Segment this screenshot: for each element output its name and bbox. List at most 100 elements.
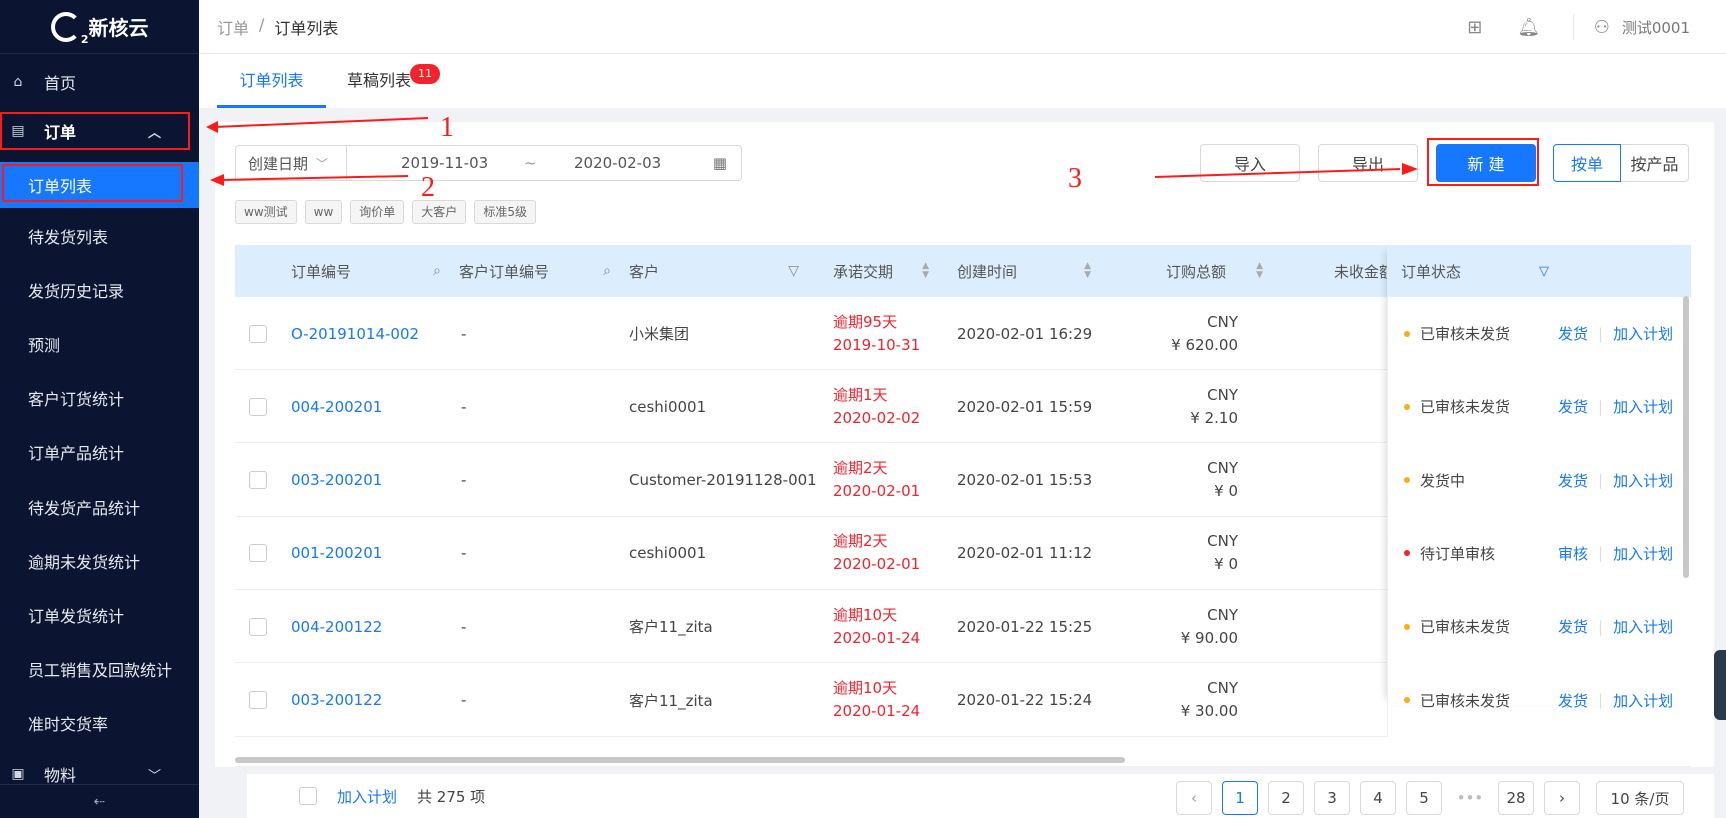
customer-order-number: - <box>461 471 467 490</box>
sidebar-item-sales-stats[interactable]: 员工销售及回款统计 <box>0 646 199 692</box>
column-header-status: 订单状态 ▽ <box>1387 245 1691 297</box>
tag-filter[interactable]: 标准5级 <box>474 200 536 224</box>
next-page-button[interactable]: › <box>1544 781 1580 815</box>
sidebar-item-overdue-stats[interactable]: 逾期未发货统计 <box>0 538 199 584</box>
calendar-icon[interactable]: ▦ <box>713 154 727 172</box>
status-dot <box>1404 697 1410 703</box>
add-to-plan-link[interactable]: 加入计划 <box>1613 396 1673 417</box>
prev-page-button[interactable]: ‹ <box>1176 781 1212 815</box>
row-checkbox-cell <box>249 590 267 663</box>
sidebar-item-home[interactable]: ⌂ 首页 <box>0 58 199 106</box>
promise-date-cell: 逾期1天 2020-02-02 <box>833 370 920 443</box>
row-action-primary[interactable]: 发货 <box>1558 470 1588 491</box>
sidebar-item-shipment-history[interactable]: 发货历史记录 <box>0 267 199 313</box>
page-button[interactable]: 2 <box>1268 781 1304 815</box>
view-by-order-button[interactable]: 按单 <box>1553 144 1621 182</box>
app-logo[interactable]: 新核云 <box>0 0 199 54</box>
currency: CNY <box>1207 605 1238 624</box>
order-number-link[interactable]: 001-200201 <box>291 517 382 590</box>
row-action-primary[interactable]: 审核 <box>1558 543 1588 564</box>
order-number-link[interactable]: 004-200201 <box>291 370 382 443</box>
sidebar-item-order-product-stats[interactable]: 订单产品统计 <box>0 429 199 475</box>
date-type-select[interactable]: 创建日期 ﹀ <box>236 146 347 180</box>
order-number-link[interactable]: O-20191014-002 <box>291 297 419 370</box>
home-icon: ⌂ <box>13 74 23 90</box>
filter-icon[interactable]: ▽ <box>788 263 799 279</box>
page-button[interactable]: 4 <box>1360 781 1396 815</box>
floating-side-widget[interactable] <box>1714 650 1726 720</box>
search-icon[interactable]: ⌕ <box>433 263 441 279</box>
sidebar-item-pending-product-stats[interactable]: 待发货产品统计 <box>0 484 199 530</box>
add-to-plan-link[interactable]: 加入计划 <box>1613 323 1673 344</box>
order-number-link[interactable]: 004-200122 <box>291 590 382 663</box>
row-checkbox[interactable] <box>249 324 267 343</box>
sidebar-item-customer-stats[interactable]: 客户订货统计 <box>0 375 199 421</box>
row-action-primary[interactable]: 发货 <box>1558 396 1588 417</box>
add-to-plan-link[interactable]: 加入计划 <box>1613 616 1673 637</box>
total-count: 共 275 项 <box>417 787 486 806</box>
select-all-checkbox[interactable] <box>299 787 317 805</box>
end-date-input[interactable]: 2020-02-03 <box>574 154 661 172</box>
status-dot <box>1404 403 1410 410</box>
collapse-sidebar-button[interactable]: ⇠ <box>0 784 199 818</box>
horizontal-scrollbar[interactable] <box>235 757 1125 763</box>
page-size-select[interactable]: 10 条/页 <box>1596 781 1684 815</box>
order-number-link[interactable]: 003-200201 <box>291 444 382 517</box>
page-button[interactable]: 5 <box>1406 781 1442 815</box>
filter-icon[interactable]: ▽ <box>1539 264 1549 279</box>
row-action-primary[interactable]: 发货 <box>1558 690 1588 711</box>
tab-draft-list[interactable]: 草稿列表 <box>347 54 411 108</box>
sidebar-item-label: 首页 <box>44 74 77 93</box>
chevron-down-icon: ﹀ <box>316 156 329 171</box>
search-icon[interactable]: ⌕ <box>603 263 611 279</box>
column-header-total[interactable]: 订购总额 ▲ ▼ <box>1166 245 1263 297</box>
bell-icon[interactable]: 🔔︎ <box>1517 17 1540 38</box>
column-header-created[interactable]: 创建时间 ▲ ▼ <box>957 245 1091 297</box>
page-button[interactable]: 3 <box>1314 781 1350 815</box>
tag-filter[interactable]: ww <box>304 200 343 224</box>
view-by-product-button[interactable]: 按产品 <box>1621 144 1689 182</box>
table-row: 004-200201 - ceshi0001 逾期1天 2020-02-02 2… <box>235 370 1691 444</box>
status-dot <box>1404 623 1410 630</box>
row-checkbox-cell <box>249 297 267 370</box>
order-number-link[interactable]: 003-200122 <box>291 664 382 737</box>
row-action-primary[interactable]: 发货 <box>1558 323 1588 344</box>
row-action-primary[interactable]: 发货 <box>1558 616 1588 637</box>
export-button[interactable]: 导出 <box>1318 144 1418 182</box>
tab-order-list[interactable]: 订单列表 <box>217 54 326 108</box>
add-to-plan-link[interactable]: 加入计划 <box>1613 690 1673 711</box>
row-checkbox[interactable] <box>249 397 267 416</box>
row-checkbox[interactable] <box>249 617 267 636</box>
page-ellipsis[interactable]: ••• <box>1452 781 1488 815</box>
promise-date: 2019-10-31 <box>833 335 921 354</box>
import-button[interactable]: 导入 <box>1200 144 1300 182</box>
add-to-plan-link[interactable]: 加入计划 <box>1613 470 1673 491</box>
vertical-scrollbar[interactable] <box>1683 296 1689 578</box>
batch-add-plan-link[interactable]: 加入计划 <box>337 786 397 807</box>
breadcrumb-item-order[interactable]: 订单 <box>217 15 249 39</box>
sidebar-item-pending-shipment[interactable]: 待发货列表 <box>0 213 199 259</box>
row-checkbox[interactable] <box>249 691 267 709</box>
column-header-promise-date[interactable]: 承诺交期 ▲ ▼ <box>833 245 929 297</box>
row-checkbox[interactable] <box>249 544 267 563</box>
sidebar-item-ontime-rate[interactable]: 准时交货率 <box>0 700 199 746</box>
sidebar-item-forecast[interactable]: 预测 <box>0 321 199 367</box>
table-row: 003-200201 - Customer-20191128-001 逾期2天 … <box>235 443 1691 517</box>
tag-filter[interactable]: ww测试 <box>235 200 297 224</box>
sidebar-item-label: 待发货列表 <box>28 228 109 247</box>
user-menu[interactable]: ⚇ 测试0001 <box>1572 14 1690 40</box>
qrcode-icon[interactable]: ⊞ <box>1465 17 1485 38</box>
add-to-plan-link[interactable]: 加入计划 <box>1613 543 1673 564</box>
sidebar-item-label: 发货历史记录 <box>28 282 125 301</box>
sidebar-item-order-shipment-stats[interactable]: 订单发货统计 <box>0 592 199 638</box>
action-separator: | <box>1598 471 1604 490</box>
tag-filter[interactable]: 询价单 <box>350 200 405 224</box>
sidebar-group-material[interactable]: ▣ 物料 ﹀ <box>0 762 199 786</box>
box-icon: ▣ <box>11 766 25 782</box>
start-date-input[interactable]: 2019-11-03 <box>401 154 488 172</box>
app-name: 新核云 <box>88 16 149 40</box>
row-checkbox[interactable] <box>249 471 267 490</box>
page-button[interactable]: 28 <box>1498 781 1534 815</box>
annotation-box-order-list <box>2 164 183 202</box>
page-button[interactable]: 1 <box>1222 781 1258 815</box>
